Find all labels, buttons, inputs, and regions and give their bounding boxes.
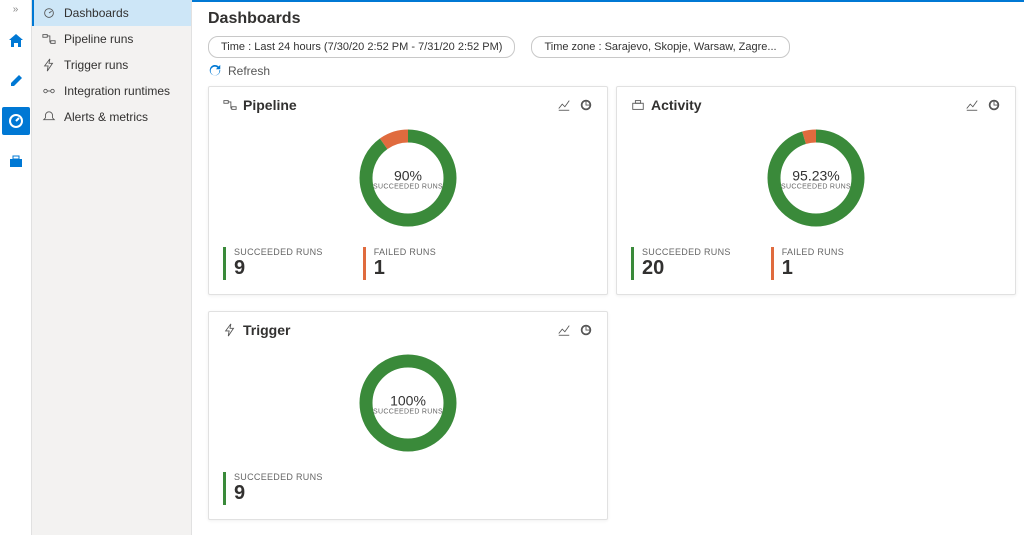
sidebar-item-label: Pipeline runs (64, 32, 133, 46)
line-chart-icon[interactable] (557, 98, 571, 112)
cards-grid: Pipeline 90% SUCCEEDED RUNS SUCCEEDED RU… (208, 86, 1008, 520)
home-icon (8, 33, 24, 49)
rail-home[interactable] (2, 27, 30, 55)
card-pipeline: Pipeline 90% SUCCEEDED RUNS SUCCEEDED RU… (208, 86, 608, 295)
donut-chart-icon[interactable] (579, 98, 593, 112)
donut-chart-icon[interactable] (579, 323, 593, 337)
stats-row: SUCCEEDED RUNS 9 (223, 466, 593, 505)
refresh-label: Refresh (228, 64, 270, 78)
card-header: Trigger (223, 322, 593, 338)
donut-sublabel: SUCCEEDED RUNS (373, 184, 443, 191)
donut-sublabel: SUCCEEDED RUNS (781, 184, 851, 191)
sidebar-item-trigger-runs[interactable]: Trigger runs (32, 52, 191, 78)
stat-value: 1 (374, 257, 436, 280)
stat-succ: SUCCEEDED RUNS 9 (223, 472, 323, 505)
card-header: Activity (631, 97, 1001, 113)
time-filter-pill[interactable]: Time : Last 24 hours (7/30/20 2:52 PM - … (208, 36, 515, 58)
toolbox-icon (8, 153, 24, 169)
gauge-icon (8, 113, 24, 129)
rail-manage[interactable] (2, 147, 30, 175)
card-actions (557, 323, 593, 337)
card-header: Pipeline (223, 97, 593, 113)
card-title: Activity (631, 97, 702, 113)
stats-row: SUCCEEDED RUNS 9 FAILED RUNS 1 (223, 241, 593, 280)
stat-label: SUCCEEDED RUNS (234, 247, 323, 257)
donut-center: 95.23% SUCCEEDED RUNS (781, 168, 851, 191)
donut-wrap: 100% SUCCEEDED RUNS (223, 342, 593, 466)
card-activity: Activity 95.23% SUCCEEDED RUNS SUCCEEDED… (616, 86, 1016, 295)
bolt-icon (223, 323, 237, 337)
bolt-icon (42, 58, 56, 72)
card-title-text: Activity (651, 97, 702, 113)
refresh-icon (208, 64, 222, 78)
line-chart-icon[interactable] (965, 98, 979, 112)
sidebar-item-dashboards[interactable]: Dashboards (32, 0, 191, 26)
stat-label: FAILED RUNS (374, 247, 436, 257)
card-title-text: Trigger (243, 322, 290, 338)
sidebar: Dashboards Pipeline runs Trigger runs In… (32, 0, 192, 535)
donut-center: 90% SUCCEEDED RUNS (373, 168, 443, 191)
sidebar-item-alerts-metrics[interactable]: Alerts & metrics (32, 104, 191, 130)
pipeline-icon (223, 98, 237, 112)
stat-label: SUCCEEDED RUNS (642, 247, 731, 257)
donut-percent: 100% (373, 393, 443, 409)
stats-row: SUCCEEDED RUNS 20 FAILED RUNS 1 (631, 241, 1001, 280)
integration-icon (42, 84, 56, 98)
sidebar-item-label: Integration runtimes (64, 84, 170, 98)
rail-author[interactable] (2, 67, 30, 95)
card-title-text: Pipeline (243, 97, 297, 113)
filter-row: Time : Last 24 hours (7/30/20 2:52 PM - … (208, 36, 1008, 58)
timezone-filter-pill[interactable]: Time zone : Sarajevo, Skopje, Warsaw, Za… (531, 36, 789, 58)
stat-succ: SUCCEEDED RUNS 20 (631, 247, 731, 280)
card-title: Trigger (223, 322, 290, 338)
pipeline-icon (42, 32, 56, 46)
stat-fail: FAILED RUNS 1 (771, 247, 844, 280)
stat-label: SUCCEEDED RUNS (234, 472, 323, 482)
pencil-icon (8, 73, 24, 89)
page-title: Dashboards (208, 10, 1008, 28)
line-chart-icon[interactable] (557, 323, 571, 337)
main-content: Dashboards Time : Last 24 hours (7/30/20… (192, 0, 1024, 535)
bell-icon (42, 110, 56, 124)
stat-succ: SUCCEEDED RUNS 9 (223, 247, 323, 280)
stat-value: 20 (642, 257, 731, 280)
stat-value: 9 (234, 257, 323, 280)
icon-rail: » (0, 0, 32, 535)
card-actions (557, 98, 593, 112)
donut-wrap: 90% SUCCEEDED RUNS (223, 117, 593, 241)
stat-value: 1 (782, 257, 844, 280)
stat-label: FAILED RUNS (782, 247, 844, 257)
briefcase-icon (631, 98, 645, 112)
donut-center: 100% SUCCEEDED RUNS (373, 393, 443, 416)
donut-sublabel: SUCCEEDED RUNS (373, 409, 443, 416)
donut-percent: 90% (373, 168, 443, 184)
sidebar-item-label: Alerts & metrics (64, 110, 148, 124)
refresh-button[interactable]: Refresh (208, 64, 1008, 78)
gauge-icon (42, 6, 56, 20)
card-trigger: Trigger 100% SUCCEEDED RUNS SUCCEEDED RU… (208, 311, 608, 520)
sidebar-item-integration-runtimes[interactable]: Integration runtimes (32, 78, 191, 104)
rail-monitor[interactable] (2, 107, 30, 135)
donut-percent: 95.23% (781, 168, 851, 184)
expand-icon[interactable]: » (13, 4, 19, 15)
sidebar-item-label: Trigger runs (64, 58, 128, 72)
donut-wrap: 95.23% SUCCEEDED RUNS (631, 117, 1001, 241)
card-actions (965, 98, 1001, 112)
sidebar-item-label: Dashboards (64, 6, 129, 20)
donut-chart-icon[interactable] (987, 98, 1001, 112)
stat-value: 9 (234, 482, 323, 505)
stat-fail: FAILED RUNS 1 (363, 247, 436, 280)
card-title: Pipeline (223, 97, 297, 113)
sidebar-item-pipeline-runs[interactable]: Pipeline runs (32, 26, 191, 52)
